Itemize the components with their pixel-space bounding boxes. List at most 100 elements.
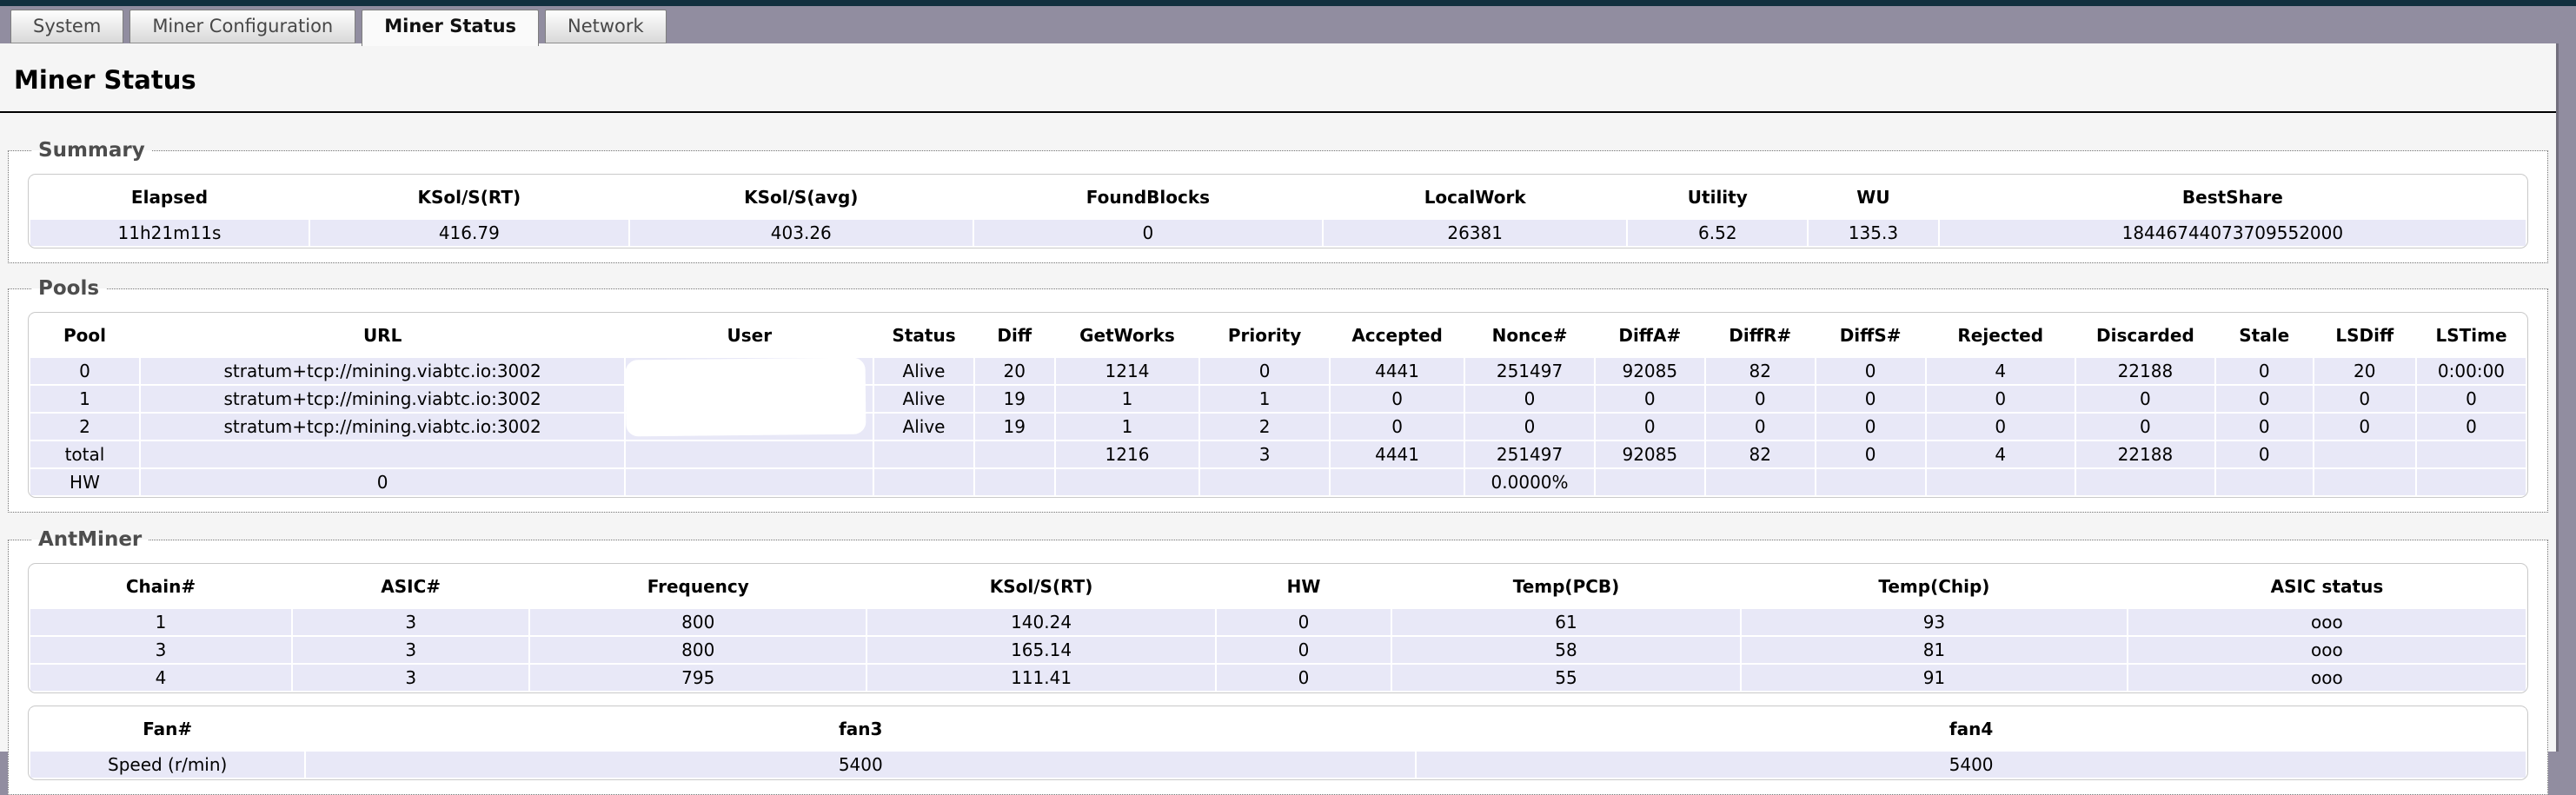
table-cell: 1214 <box>1056 358 1199 384</box>
header-row: Chain#ASIC#FrequencyKSol/S(RT)HWTemp(PCB… <box>30 566 2526 607</box>
column-header: KSol/S(RT) <box>867 566 1215 607</box>
table-cell: 61 <box>1392 609 1740 635</box>
title-divider <box>0 111 2556 113</box>
table-cell <box>2076 469 2214 495</box>
table-cell <box>2417 469 2526 495</box>
table-cell <box>141 441 624 467</box>
table-cell <box>2417 441 2526 467</box>
table-row: total121634441251497920858204221880 <box>30 441 2526 467</box>
summary-section: Summary ElapsedKSol/S(RT)KSol/S(avg)Foun… <box>8 139 2548 263</box>
tab-system[interactable]: System <box>10 10 123 43</box>
column-header: GetWorks <box>1056 315 1199 356</box>
column-header: DiffA# <box>1596 315 1704 356</box>
column-header: Status <box>874 315 973 356</box>
column-header: User <box>626 315 873 356</box>
table-cell: HW <box>30 469 139 495</box>
pools-table: PoolURLUserStatusDiffGetWorksPriorityAcc… <box>28 312 2528 498</box>
table-row: Speed (r/min)54005400 <box>30 752 2526 778</box>
table-cell: 92085 <box>1596 358 1704 384</box>
tab-miner-status[interactable]: Miner Status <box>362 10 539 46</box>
table-cell: 0 <box>1217 609 1391 635</box>
table-cell <box>1816 469 1925 495</box>
table-cell: 2 <box>30 414 139 440</box>
table-cell: 403.26 <box>630 220 973 246</box>
table-cell: 0:00:00 <box>2417 358 2526 384</box>
redacted-user-overlay <box>625 358 866 437</box>
tab-miner-configuration[interactable]: Miner Configuration <box>129 10 355 43</box>
header-row: PoolURLUserStatusDiffGetWorksPriorityAcc… <box>30 315 2526 356</box>
table-cell: stratum+tcp://mining.viabtc.io:3002 <box>141 414 624 440</box>
column-header: Rejected <box>1927 315 2075 356</box>
column-header: fan4 <box>1417 708 2526 750</box>
table-cell: 5400 <box>1417 752 2526 778</box>
header-row: Fan#fan3fan4 <box>30 708 2526 750</box>
table-cell <box>2314 441 2415 467</box>
table-cell: 3 <box>293 665 528 691</box>
table-cell: 81 <box>1742 637 2127 663</box>
antminer-legend: AntMiner <box>31 528 149 551</box>
column-header: Temp(Chip) <box>1742 566 2127 607</box>
table-cell: 0 <box>1465 414 1594 440</box>
column-header: Diff <box>975 315 1054 356</box>
table-cell: 0 <box>1816 414 1925 440</box>
table-cell: 0 <box>2076 414 2214 440</box>
content-area: Miner Status Summary ElapsedKSol/S(RT)KS… <box>0 43 2559 752</box>
table-cell: 4 <box>1927 441 2075 467</box>
table-cell <box>1200 469 1329 495</box>
table-cell: 19 <box>975 414 1054 440</box>
column-header: DiffS# <box>1816 315 1925 356</box>
table-cell: 135.3 <box>1809 220 1938 246</box>
column-header: DiffR# <box>1706 315 1815 356</box>
table-cell <box>975 469 1054 495</box>
table-cell <box>975 441 1054 467</box>
table-cell: 2 <box>1200 414 1329 440</box>
table-cell: 5400 <box>306 752 1415 778</box>
table-cell: 26381 <box>1324 220 1627 246</box>
table-cell: Speed (r/min) <box>30 752 304 778</box>
antminer-section: AntMiner Chain#ASIC#FrequencyKSol/S(RT)H… <box>8 528 2548 795</box>
table-cell <box>1927 469 2075 495</box>
table-cell: 0 <box>2417 386 2526 412</box>
header-row: ElapsedKSol/S(RT)KSol/S(avg)FoundBlocksL… <box>30 176 2526 218</box>
table-cell: 0 <box>2216 358 2313 384</box>
column-header: Chain# <box>30 566 291 607</box>
column-header: FoundBlocks <box>974 176 1322 218</box>
table-cell: 4441 <box>1331 358 1464 384</box>
column-header: KSol/S(RT) <box>310 176 628 218</box>
table-cell: 795 <box>530 665 866 691</box>
table-cell: 0 <box>2417 414 2526 440</box>
table-cell: 19 <box>975 386 1054 412</box>
column-header: HW <box>1217 566 1391 607</box>
table-cell: 91 <box>1742 665 2127 691</box>
table-cell: 111.41 <box>867 665 1215 691</box>
column-header: Temp(PCB) <box>1392 566 1740 607</box>
column-header: Frequency <box>530 566 866 607</box>
table-cell: 416.79 <box>310 220 628 246</box>
table-cell: 58 <box>1392 637 1740 663</box>
table-cell: total <box>30 441 139 467</box>
table-cell: 1 <box>1200 386 1329 412</box>
table-cell: 0 <box>1816 358 1925 384</box>
tab-network[interactable]: Network <box>545 10 667 43</box>
column-header: Priority <box>1200 315 1329 356</box>
column-header: Elapsed <box>30 176 309 218</box>
table-cell: 0 <box>1706 414 1815 440</box>
table-cell: 20 <box>2314 358 2415 384</box>
top-bar <box>0 0 2576 6</box>
table-row: 33800165.1405881ooo <box>30 637 2526 663</box>
table-cell <box>2216 469 2313 495</box>
table-cell: 82 <box>1706 441 1815 467</box>
pools-section: Pools PoolURLUserStatusDiffGetWorksPrior… <box>8 277 2548 513</box>
column-header: Stale <box>2216 315 2313 356</box>
table-cell: 0 <box>1331 386 1464 412</box>
summary-table: ElapsedKSol/S(RT)KSol/S(avg)FoundBlocksL… <box>28 174 2528 248</box>
summary-table-holder: ElapsedKSol/S(RT)KSol/S(avg)FoundBlocksL… <box>28 174 2528 248</box>
column-header: WU <box>1809 176 1938 218</box>
tab-bar: SystemMiner ConfigurationMiner StatusNet… <box>0 6 2576 43</box>
table-cell: 0 <box>2314 414 2415 440</box>
table-cell: 0 <box>1706 386 1815 412</box>
fans-table-holder: Fan#fan3fan4Speed (r/min)54005400 <box>28 706 2528 780</box>
column-header: Pool <box>30 315 139 356</box>
column-header: ASIC status <box>2128 566 2526 607</box>
column-header: Nonce# <box>1465 315 1594 356</box>
